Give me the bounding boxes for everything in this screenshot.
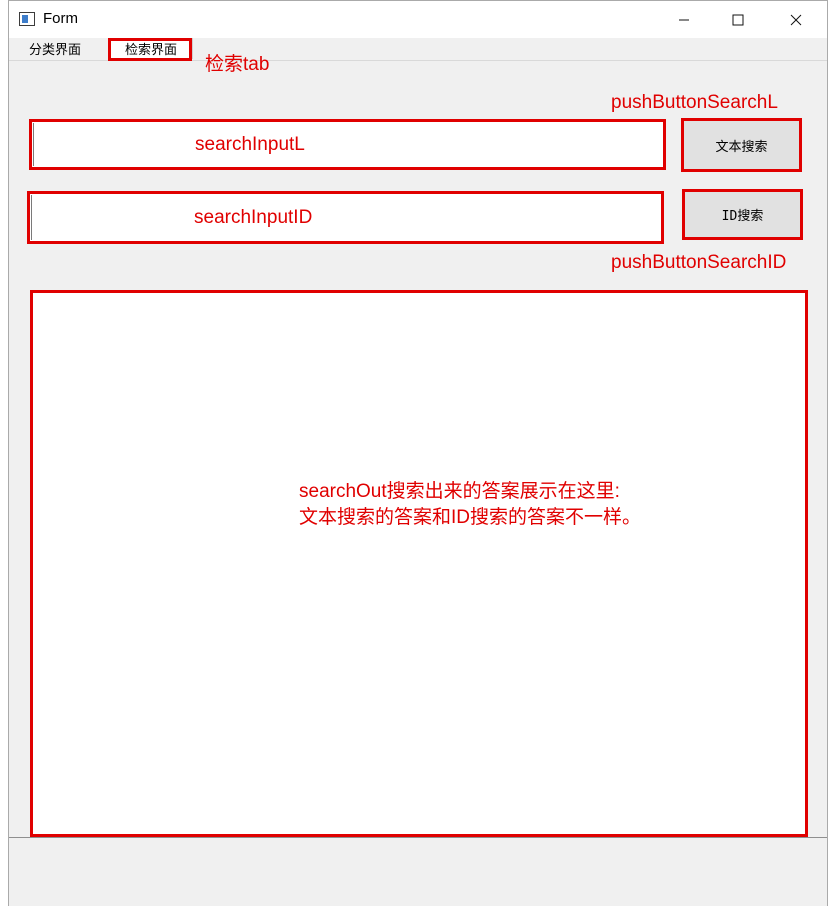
maximize-button[interactable] — [715, 1, 761, 38]
button-l-annotation: pushButtonSearchL — [611, 92, 778, 113]
search-id-button[interactable]: ID搜索 — [682, 189, 803, 240]
minimize-icon — [679, 19, 689, 20]
search-input-id[interactable]: searchInputID — [27, 191, 664, 244]
tab-highlight-box — [108, 38, 192, 61]
search-text-button[interactable]: 文本搜索 — [681, 118, 802, 172]
app-icon — [19, 12, 35, 26]
close-button[interactable] — [773, 1, 819, 38]
search-input-l[interactable]: searchInputL — [29, 119, 666, 170]
tab-annotation: 检索tab — [205, 54, 270, 75]
tab-classify[interactable]: 分类界面 — [15, 38, 95, 59]
search-output[interactable]: searchOut搜索出来的答案展示在这里: 文本搜索的答案和ID搜索的答案不一… — [30, 290, 808, 837]
background-window-edge — [0, 38, 8, 62]
output-line-2: 文本搜索的答案和ID搜索的答案不一样。 — [299, 507, 642, 528]
search-input-l-label: searchInputL — [195, 133, 305, 155]
minimize-button[interactable] — [661, 1, 707, 38]
output-line-1: searchOut搜索出来的答案展示在这里: — [299, 481, 620, 502]
button-id-annotation: pushButtonSearchID — [611, 252, 787, 273]
search-output-text: searchOut搜索出来的答案展示在这里: 文本搜索的答案和ID搜索的答案不一… — [299, 479, 641, 531]
close-icon — [790, 14, 802, 25]
window-title: Form — [43, 10, 78, 27]
status-area — [9, 837, 827, 906]
screen: Form 分类界面 检索界面 检索tab pushButtonSearchL s… — [0, 0, 836, 916]
maximize-icon — [732, 14, 744, 25]
title-bar[interactable]: Form — [9, 1, 827, 38]
search-input-id-label: searchInputID — [194, 206, 313, 228]
